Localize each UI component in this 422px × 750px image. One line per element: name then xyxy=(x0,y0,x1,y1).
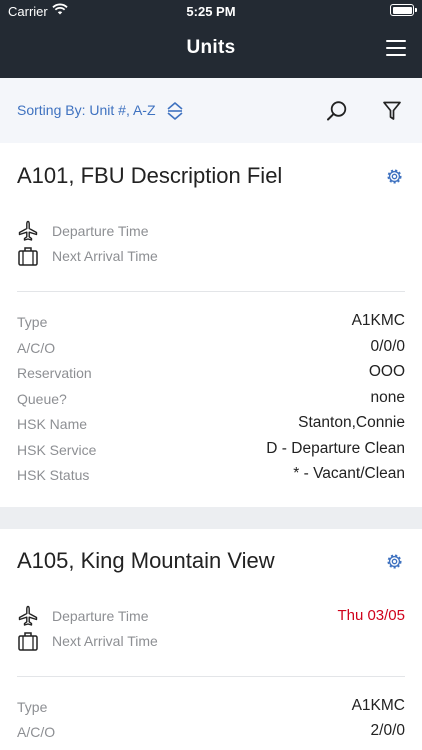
field-queue: Queue? none xyxy=(17,388,405,410)
field-type: Type A1KMC xyxy=(17,311,405,333)
field-label: A/C/O xyxy=(17,340,56,356)
departure-time-row: Departure Time xyxy=(17,220,405,242)
field-label: HSK Name xyxy=(17,416,88,432)
field-label: HSK Status xyxy=(17,467,90,483)
field-label: HSK Service xyxy=(17,442,97,458)
field-aco: A/C/O 0/0/0 xyxy=(17,337,405,359)
field-value: 0/0/0 xyxy=(370,338,405,355)
departure-time-row: Departure Time Thu 03/05 xyxy=(17,605,405,627)
sort-button[interactable]: Sorting By: Unit #, A-Z xyxy=(17,102,156,118)
field-hsk-name: HSK Name Stanton,Connie xyxy=(17,413,405,435)
status-bar: Carrier 5:25 PM xyxy=(0,0,422,22)
divider xyxy=(17,291,405,292)
battery-icon xyxy=(390,4,417,16)
field-value: none xyxy=(370,389,405,406)
gear-icon[interactable] xyxy=(385,167,404,191)
departure-time-value: Thu 03/05 xyxy=(337,607,405,624)
luggage-icon xyxy=(17,245,39,272)
arrival-time-row: Next Arrival Time xyxy=(17,245,405,267)
hamburger-menu-icon[interactable] xyxy=(386,40,406,58)
divider xyxy=(17,676,405,677)
sort-toolbar: Sorting By: Unit #, A-Z xyxy=(0,78,422,143)
field-label: A/C/O xyxy=(17,724,56,740)
field-hsk-service: HSK Service D - Departure Clean xyxy=(17,439,405,461)
card-separator xyxy=(0,507,422,529)
arrival-time-row: Next Arrival Time xyxy=(17,630,405,652)
page-title: Units xyxy=(186,37,236,58)
unit-card[interactable]: A105, King Mountain View Departure Time … xyxy=(0,529,422,750)
field-value: Stanton,Connie xyxy=(298,414,405,431)
field-value: 2/0/0 xyxy=(370,722,405,739)
field-value: OOO xyxy=(368,363,405,380)
airplane-icon xyxy=(17,605,39,632)
app-header: Carrier 5:25 PM Units xyxy=(0,0,422,78)
field-aco: A/C/O 2/0/0 xyxy=(17,721,405,743)
unit-title: A105, King Mountain View xyxy=(17,548,275,573)
field-type: Type A1KMC xyxy=(17,696,405,718)
gear-icon[interactable] xyxy=(385,552,404,576)
departure-time-label: Departure Time xyxy=(52,223,149,239)
field-value: A1KMC xyxy=(351,312,405,329)
field-label: Queue? xyxy=(17,391,67,407)
field-reservation: Reservation OOO xyxy=(17,362,405,384)
field-label: Reservation xyxy=(17,365,92,381)
field-value: D - Departure Clean xyxy=(266,440,405,457)
field-hsk-status: HSK Status * - Vacant/Clean xyxy=(17,464,405,486)
status-time: 5:25 PM xyxy=(186,4,236,19)
airplane-icon xyxy=(17,220,39,247)
field-label: Type xyxy=(17,699,48,715)
sort-up-down-icon[interactable] xyxy=(166,101,184,126)
search-icon[interactable] xyxy=(326,100,348,127)
next-arrival-time-label: Next Arrival Time xyxy=(52,633,158,649)
unit-card[interactable]: A101, FBU Description Fiel Departure Tim… xyxy=(0,143,422,507)
field-value: A1KMC xyxy=(351,697,405,714)
filter-icon[interactable] xyxy=(382,100,402,127)
next-arrival-time-label: Next Arrival Time xyxy=(52,248,158,264)
unit-title: A101, FBU Description Fiel xyxy=(17,163,283,188)
departure-time-label: Departure Time xyxy=(52,608,149,624)
luggage-icon xyxy=(17,630,39,657)
field-value: * - Vacant/Clean xyxy=(293,465,405,482)
field-label: Type xyxy=(17,314,48,330)
